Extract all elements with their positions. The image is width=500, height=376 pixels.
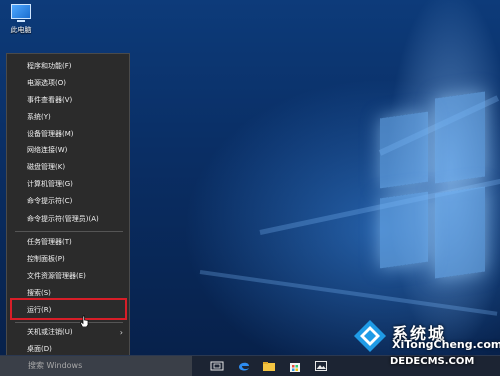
menu-item-control-panel[interactable]: 控制面板(P) [7,252,129,267]
watermark-logo-icon [354,320,386,352]
menu-item-device-manager[interactable]: 设备管理器(M) [7,127,129,142]
chevron-right-icon: › [119,328,123,337]
menu-item-programs-features[interactable]: 程序和功能(F) [7,59,129,74]
menu-item-computer-management[interactable]: 计算机管理(G) [7,177,129,192]
menu-item-network-connections[interactable]: 网络连接(W) [7,143,129,158]
watermark-tagline: XiTongCheng.com [392,338,500,351]
desktop-icon-label: 此电脑 [10,26,32,34]
taskbar-search-box[interactable]: 搜索 Windows [0,356,192,376]
menu-separator [15,231,123,232]
winx-context-menu: 程序和功能(F) 电源选项(O) 事件查看器(V) 系统(Y) 设备管理器(M)… [6,53,130,362]
menu-item-event-viewer[interactable]: 事件查看器(V) [7,93,129,108]
menu-item-label: 关机或注销(U) [27,328,73,336]
menu-item-task-manager[interactable]: 任务管理器(T) [7,235,129,250]
task-view-icon[interactable] [210,359,224,373]
menu-separator [15,322,123,323]
site-watermark: 系统城 XiTongCheng.com [352,318,500,358]
hand-cursor-icon [80,315,89,327]
edge-icon[interactable] [237,359,251,373]
menu-item-disk-management[interactable]: 磁盘管理(K) [7,160,129,175]
menu-item-shutdown-signout[interactable]: 关机或注销(U) › [7,325,129,340]
menu-item-command-prompt[interactable]: 命令提示符(C) [7,194,129,209]
menu-item-power-options[interactable]: 电源选项(O) [7,76,129,91]
computer-icon [11,4,31,22]
menu-item-system[interactable]: 系统(Y) [7,110,129,125]
run-highlight-box [10,298,127,320]
store-icon[interactable] [288,359,302,373]
watermark-url: DEDECMS.COM [390,356,475,367]
file-explorer-icon[interactable] [262,359,276,373]
windows-logo-glow [380,91,500,285]
menu-item-command-prompt-admin[interactable]: 命令提示符(管理员)(A) [7,212,129,227]
photos-icon[interactable] [314,359,328,373]
menu-item-file-explorer[interactable]: 文件资源管理器(E) [7,269,129,284]
this-pc-desktop-icon[interactable]: 此电脑 [6,4,36,35]
